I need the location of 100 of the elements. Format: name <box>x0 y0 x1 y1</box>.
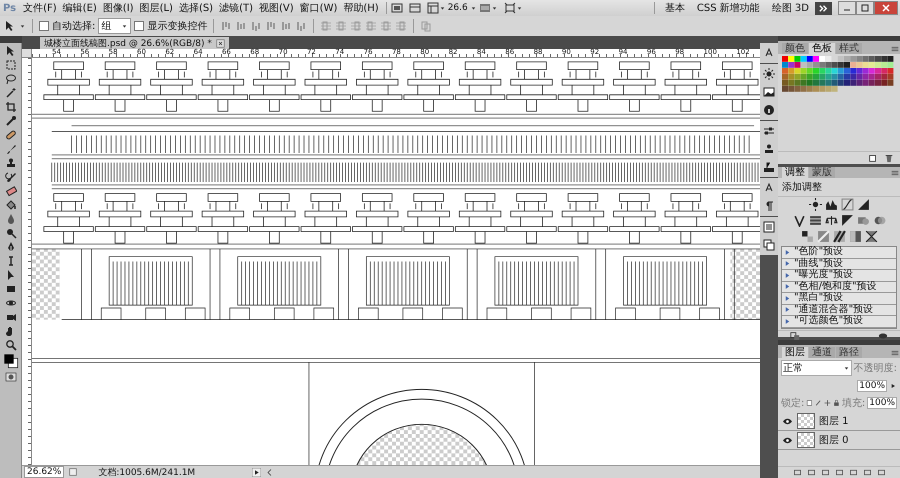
opacity-field[interactable]: 100% <box>857 380 887 392</box>
paint-bucket-icon[interactable] <box>4 199 16 211</box>
workspace-button[interactable]: 基本 <box>658 1 691 15</box>
caret-icon[interactable] <box>438 4 446 12</box>
scroll-left-icon[interactable] <box>265 468 274 476</box>
swatch-grid-drawing[interactable] <box>782 56 894 92</box>
sun-icon[interactable] <box>763 68 775 80</box>
preset-item[interactable]: "色相/饱和度"预设 <box>782 282 896 293</box>
stamp-icon[interactable] <box>763 143 775 155</box>
eye-icon[interactable] <box>782 416 792 426</box>
lock-icon[interactable] <box>833 398 840 408</box>
caret-icon[interactable] <box>490 4 498 12</box>
eraser-icon[interactable] <box>4 185 16 197</box>
zoom-field[interactable]: 26.62% <box>24 466 64 478</box>
panel-tab[interactable]: 样式 <box>836 43 862 54</box>
layer-row[interactable]: 图层 0 <box>778 431 900 450</box>
bridge-icon[interactable] <box>390 2 403 14</box>
menu-item[interactable]: 图像(I) <box>100 1 137 15</box>
adjustment-icon[interactable] <box>824 214 838 227</box>
adjustment-icon[interactable] <box>864 230 878 243</box>
menu-item[interactable]: 图层(L) <box>136 1 176 15</box>
screen-mode-icon[interactable] <box>504 2 516 14</box>
new-swatch-icon[interactable] <box>868 153 878 163</box>
adjustment-icon[interactable] <box>808 198 822 211</box>
move-tool-icon[interactable] <box>4 45 16 57</box>
ruler-corner[interactable] <box>22 49 32 58</box>
landscape-icon[interactable] <box>763 86 775 98</box>
dodge-icon[interactable] <box>4 227 16 239</box>
layer-name[interactable]: 图层 0 <box>819 433 849 447</box>
crop-icon[interactable] <box>4 101 16 113</box>
caret-icon[interactable] <box>516 4 523 12</box>
preset-item[interactable]: "曝光度"预设 <box>782 270 896 282</box>
blend-mode-dropdown[interactable]: 正常 <box>781 360 852 376</box>
shape-icon[interactable] <box>4 283 16 295</box>
document-tab[interactable]: 城楼立面线稿图.psd @ 26.6%(RGB/8) * <box>40 37 229 49</box>
adjustment-icon[interactable] <box>800 230 814 243</box>
restore-icon[interactable] <box>856 1 874 15</box>
quick-mask-icon[interactable] <box>4 371 16 383</box>
lock-transparency-icon[interactable] <box>806 398 814 408</box>
lock-move-icon[interactable] <box>824 398 831 408</box>
panel-tab[interactable]: 调整 <box>782 167 808 178</box>
fill-field[interactable]: 100% <box>867 397 897 409</box>
preset-item[interactable]: "通道混合器"预设 <box>782 304 896 316</box>
adjustment-icon[interactable] <box>872 214 886 227</box>
menu-item[interactable]: 文件(F) <box>20 1 60 15</box>
checkbox[interactable] <box>134 21 144 31</box>
panel-tab[interactable]: 蒙版 <box>809 167 835 178</box>
layer-name[interactable]: 图层 1 <box>819 414 849 428</box>
panel-icon[interactable] <box>408 2 421 14</box>
menu-item[interactable]: 滤镜(T) <box>216 1 256 15</box>
adjustment-icon[interactable] <box>832 230 846 243</box>
layer-row[interactable]: 图层 1 <box>778 412 900 431</box>
caret-icon[interactable] <box>842 364 850 372</box>
brush-icon[interactable] <box>4 143 16 155</box>
history-brush-icon[interactable] <box>4 171 16 183</box>
eye-icon[interactable] <box>782 436 792 444</box>
panel-tab[interactable]: 路径 <box>836 347 862 358</box>
marquee-icon[interactable] <box>4 59 16 71</box>
caret-icon[interactable] <box>470 4 477 12</box>
play-icon[interactable] <box>252 468 262 476</box>
document-icon[interactable] <box>68 467 78 477</box>
close-icon[interactable] <box>874 1 898 15</box>
panel-tab[interactable]: 图层 <box>782 347 808 358</box>
menu-item[interactable]: 窗口(W) <box>296 1 340 15</box>
minimize-icon[interactable] <box>838 1 856 15</box>
panel-tab[interactable]: 通道 <box>809 347 835 358</box>
caret-icon[interactable] <box>121 22 128 30</box>
panel-menu-icon[interactable] <box>890 168 900 178</box>
preset-item[interactable]: "色阶"预设 <box>782 247 896 258</box>
close-icon[interactable] <box>216 38 225 48</box>
clip-icon[interactable] <box>790 330 800 340</box>
color-swatches-icon[interactable] <box>2 353 18 369</box>
camera-3d-icon[interactable] <box>4 311 16 323</box>
menu-item[interactable]: 视图(V) <box>256 1 297 15</box>
adjustment-icon[interactable] <box>840 198 854 211</box>
stamp-icon[interactable] <box>4 157 16 169</box>
history-icon[interactable] <box>763 221 775 233</box>
menu-item[interactable]: 编辑(E) <box>60 1 100 15</box>
character-icon[interactable] <box>763 47 775 59</box>
panel-menu-icon[interactable] <box>890 348 900 358</box>
sliders-icon[interactable] <box>763 125 775 137</box>
caret-icon[interactable] <box>19 22 26 30</box>
adjustment-icon[interactable] <box>856 198 870 211</box>
lock-brush-icon[interactable] <box>815 398 822 408</box>
character-icon[interactable] <box>763 182 775 194</box>
adjustment-icon[interactable] <box>824 198 838 211</box>
panel-tab[interactable]: 颜色 <box>782 43 808 54</box>
workspace-button[interactable]: CSS 新增功能 <box>690 1 766 15</box>
bandage-icon[interactable] <box>4 129 16 141</box>
adjustment-icon[interactable] <box>792 214 806 227</box>
checkbox[interactable] <box>39 21 49 31</box>
adjustment-icon[interactable] <box>840 214 854 227</box>
lasso-icon[interactable] <box>4 73 16 85</box>
menu-item[interactable]: 帮助(H) <box>340 1 382 15</box>
wand-icon[interactable] <box>4 87 16 99</box>
auto-select-dropdown[interactable]: 组 <box>98 18 132 34</box>
workspace-button[interactable]: 绘图 3D <box>766 1 815 15</box>
toolbar-grip[interactable] <box>0 36 22 43</box>
eyedropper-icon[interactable] <box>4 115 16 127</box>
zoom-icon[interactable] <box>4 339 16 351</box>
